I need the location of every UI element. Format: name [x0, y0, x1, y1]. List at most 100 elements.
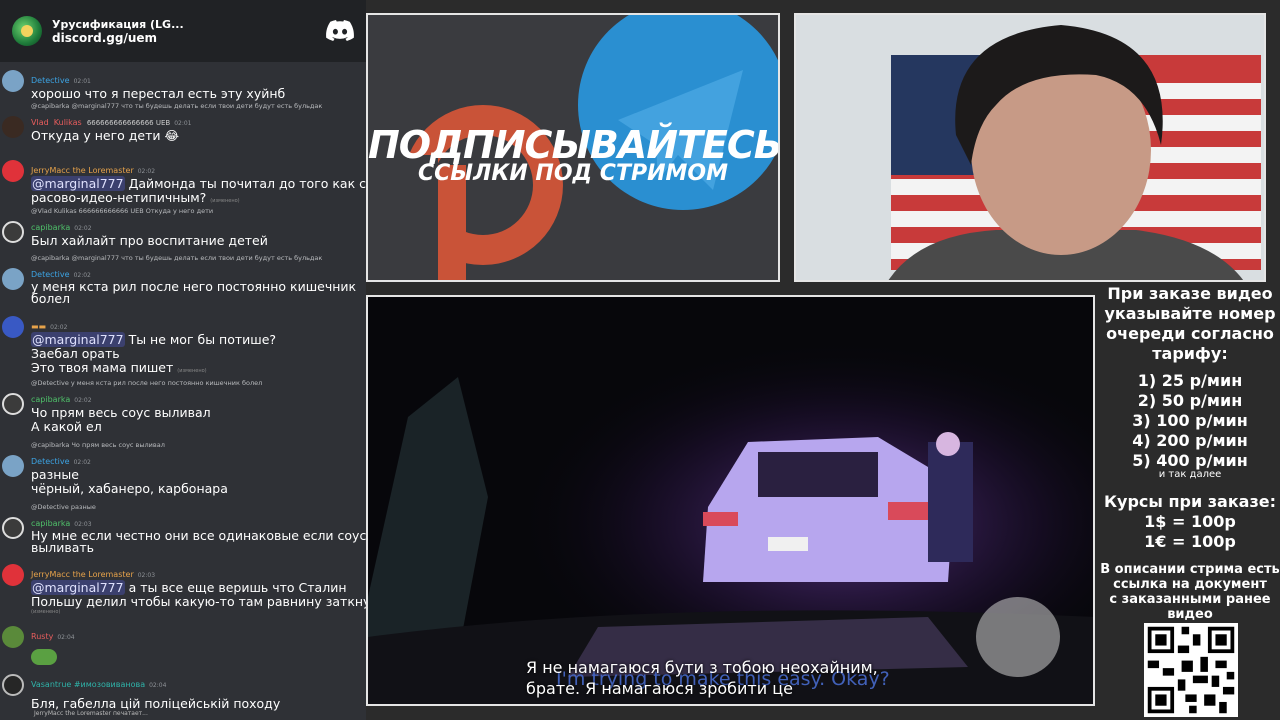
server-icon	[12, 16, 42, 46]
mention[interactable]: @marginal777	[31, 332, 125, 347]
info-line: В описании стрима есть	[1100, 562, 1280, 577]
rates-title: Курсы при заказе:	[1103, 492, 1277, 511]
reply-preview[interactable]: @Detective у меня кста рил после него по…	[31, 379, 366, 387]
timestamp: 02:01	[174, 120, 192, 127]
tariff-list: 1) 25 р/мин 2) 50 р/мин 3) 100 р/мин 4) …	[1100, 371, 1280, 481]
chat-message: @Detective разные capibarka 02:03 Ну мне …	[0, 503, 366, 554]
tariff-item: 1) 25 р/мин	[1137, 371, 1243, 390]
username[interactable]: JerryMacc the Loremaster	[31, 166, 134, 175]
reply-preview[interactable]: @Vlad Kulikas 666666666666 UEB Откуда у …	[31, 207, 366, 215]
message-text: А какой ел	[31, 419, 102, 434]
message-text: Откуда у него дети 😂	[31, 129, 366, 143]
reply-preview[interactable]: @capibarka @marginal777 что ты будешь де…	[31, 254, 366, 262]
discord-invite[interactable]: discord.gg/uem	[52, 31, 316, 45]
rates-block: Курсы при заказе: 1$ = 100р 1€ = 100р	[1100, 492, 1280, 552]
mention[interactable]: @marginal777	[31, 580, 125, 595]
avatar	[2, 393, 24, 415]
timestamp: 02:02	[137, 168, 156, 175]
doc-note: В описании стрима есть ссылка на докумен…	[1100, 562, 1280, 622]
username[interactable]: Detective	[31, 76, 70, 85]
avatar	[2, 221, 24, 243]
info-line: очереди согласно	[1106, 324, 1274, 343]
username[interactable]: Vasantrue #имозовиванова	[31, 680, 145, 689]
avatar	[2, 517, 24, 539]
chat-message: JerryMacc the Loremaster 02:03 @marginal7…	[0, 562, 366, 615]
chat-message: Rusty 02:04	[0, 624, 366, 665]
chat-message: @capibarka @marginal777 что ты будешь де…	[0, 254, 366, 305]
timestamp: 02:02	[74, 397, 92, 404]
chat-overlay: Урусификация (LG... discord.gg/uem Detec…	[0, 0, 366, 720]
username[interactable]: capibarka	[31, 519, 70, 528]
avatar	[2, 674, 24, 696]
qr-code-icon[interactable]	[1144, 623, 1238, 717]
username-part: Kulikas	[53, 118, 82, 127]
edited-marker: (изменено)	[177, 368, 207, 374]
message-text: разные	[31, 467, 79, 482]
message-text-body: Это твоя мама пишет	[31, 360, 174, 375]
info-line: При заказе видео	[1107, 284, 1273, 303]
avatar	[2, 316, 24, 338]
username[interactable]: JerryMacc the Loremaster	[31, 570, 134, 579]
message-text: выливать	[31, 540, 95, 555]
info-line: с заказанными ранее	[1109, 592, 1271, 607]
order-info-panel: При заказе видео указывайте номер очеред…	[1100, 283, 1280, 720]
message-text: расово-идео-нетипичным? (изменено)	[31, 191, 366, 208]
rate-item: 1€ = 100р	[1144, 532, 1236, 551]
timestamp: 02:02	[73, 272, 91, 279]
tariff-etc: и так далее	[1158, 469, 1222, 480]
username-badge: ▬▬	[31, 322, 47, 331]
tariff-item: 4) 200 р/мин	[1132, 431, 1248, 450]
avatar	[2, 160, 24, 182]
webcam-image	[796, 15, 1264, 280]
chat-message: @capibarka @marginal777 что ты будешь де…	[0, 102, 366, 143]
message-text: Польшу делил чтобы какую-то там равнину …	[31, 594, 366, 609]
blurred-badge	[976, 597, 1060, 677]
laughing-emoji-icon: 😂	[164, 128, 180, 143]
timestamp: 02:02	[50, 324, 68, 331]
subtitle-line: брате. Я намагаюся зробити це	[526, 679, 793, 698]
typing-indicator: JerryMacc the Loremaster печатает...	[34, 710, 148, 717]
message-text: Заебал орать	[31, 346, 120, 361]
username[interactable]: capibarka	[31, 223, 70, 232]
timestamp: 02:04	[149, 682, 167, 689]
message-text: у меня кста рил после него постоянно киш…	[31, 279, 357, 294]
tariff-item: 3) 100 р/мин	[1132, 411, 1248, 430]
translated-subtitle: Я не намагаюся бути з тобою неохайним, б…	[526, 657, 878, 699]
timestamp: 02:04	[57, 634, 75, 641]
edited-marker: (изменено)	[210, 198, 240, 204]
edited-marker: (изменено)	[31, 609, 61, 615]
username[interactable]: Detective	[31, 270, 70, 279]
mention[interactable]: @marginal777	[31, 176, 125, 191]
info-line: указывайте номер	[1104, 304, 1276, 323]
message-text: @marginal777 а ты все еще веришь что Ста…	[31, 580, 366, 595]
username[interactable]: Rusty	[31, 632, 53, 641]
pepe-emoji-icon	[31, 649, 57, 665]
avatar	[2, 455, 24, 477]
username[interactable]: Detective	[31, 457, 70, 466]
username[interactable]: capibarka	[31, 395, 70, 404]
main-video[interactable]: I'm trying to make this easy. Okay? Я не…	[366, 295, 1095, 706]
discord-icon	[326, 20, 354, 41]
username[interactable]: Vlad	[31, 118, 49, 127]
reply-preview[interactable]: @capibarka @marginal777 что ты будешь де…	[31, 102, 366, 110]
reply-preview[interactable]: @Detective разные	[31, 503, 366, 511]
chat-message: JerryMacc the Loremaster 02:02 @marginal7…	[0, 158, 366, 208]
rate-item: 1$ = 100р	[1144, 512, 1236, 531]
info-line: тарифу:	[1152, 344, 1228, 363]
timestamp: 02:03	[137, 572, 156, 579]
timestamp: 02:02	[73, 459, 91, 466]
info-line: ссылка на документ	[1113, 577, 1267, 592]
message-text-body: Откуда у него дети	[31, 128, 161, 143]
message-text: Был хайлайт про воспитание детей	[31, 233, 268, 248]
avatar	[2, 626, 24, 648]
message-text: Бля, габелла цій поліцейській походу	[31, 696, 281, 711]
video-frame	[368, 297, 1093, 704]
chat-message: @capibarka Чо прям весь соус выливал Det…	[0, 441, 366, 496]
message-text: хорошо что я перестал есть эту хуйнб	[31, 86, 286, 101]
timestamp: 02:03	[74, 521, 92, 528]
avatar	[2, 268, 24, 290]
message-text: чёрный, хабанеро, карбонара	[31, 481, 228, 496]
timestamp: 02:01	[73, 78, 91, 85]
reply-preview[interactable]: @capibarka Чо прям весь соус выливал	[31, 441, 366, 449]
tariff-item: 5) 400 р/мин	[1132, 451, 1248, 470]
